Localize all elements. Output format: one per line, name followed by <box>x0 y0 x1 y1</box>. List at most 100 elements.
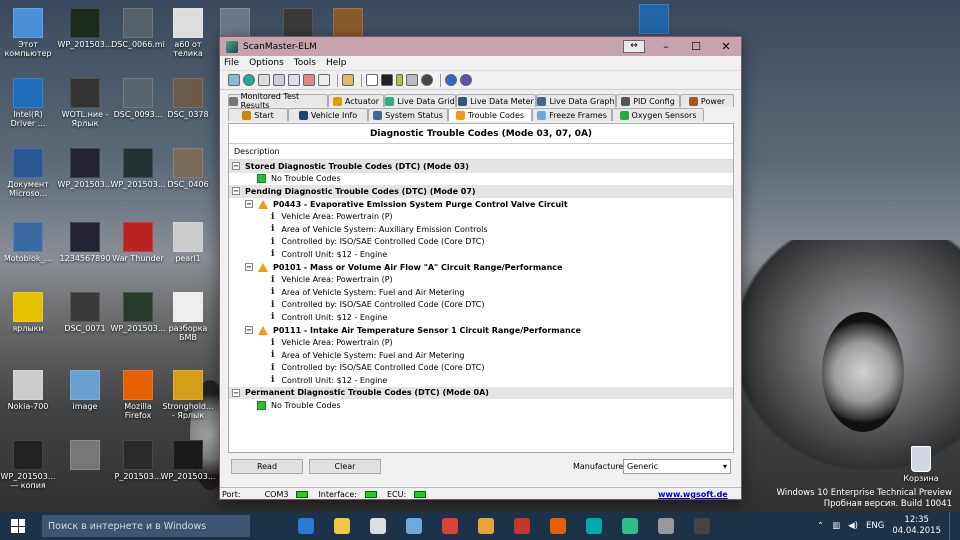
tab-trouble-codes[interactable]: Trouble Codes <box>448 108 532 121</box>
clock[interactable]: 12:35 04.04.2015 <box>892 515 941 537</box>
close-button[interactable]: ✕ <box>711 37 741 56</box>
tab-oxygen-sensors[interactable]: Oxygen Sensors <box>612 108 704 121</box>
collapse-icon[interactable]: − <box>232 162 240 171</box>
restore-icon[interactable]: ⇔ <box>623 40 645 53</box>
desktop-icon[interactable]: Intel(R) Driver ... <box>0 78 56 128</box>
collapse-icon[interactable]: − <box>245 263 253 272</box>
dtc-group-row[interactable]: − Stored Diagnostic Trouble Codes (DTC) (… <box>229 160 733 173</box>
taskbar-app-button[interactable] <box>396 512 432 540</box>
taskbar-app-button[interactable] <box>432 512 468 540</box>
tab-live-data-grid[interactable]: Live Data Grid <box>384 94 456 107</box>
tab-power[interactable]: Power <box>680 94 734 107</box>
dtc-info-row[interactable]: i Area of Vehicle System: Auxiliary Emiss… <box>229 223 733 236</box>
ball-icon[interactable] <box>421 74 433 86</box>
desktop-icon[interactable]: Документ Microso... <box>0 148 56 198</box>
search-box[interactable]: Поиск в интернете и в Windows <box>42 515 250 537</box>
desktop-icon[interactable]: Nokia-700 <box>0 370 56 411</box>
dtc-info-row[interactable]: i Controll Unit: $12 - Engine <box>229 248 733 261</box>
desktop-icon[interactable]: DSC_0066.mi <box>110 8 166 49</box>
dtc-info-row[interactable]: i Controll Unit: $12 - Engine <box>229 374 733 387</box>
desktop-icon[interactable]: DSC_0406 <box>160 148 216 189</box>
desktop-icon[interactable] <box>626 4 682 36</box>
desktop-icon[interactable]: WP_201503... <box>57 148 113 189</box>
collapse-icon[interactable]: − <box>245 326 253 335</box>
desktop-icon[interactable]: War Thunder <box>110 222 166 263</box>
clipboard-icon[interactable] <box>342 74 354 86</box>
desktop-icon[interactable]: image <box>57 370 113 411</box>
desktop-icon[interactable]: разборка БМВ <box>160 292 216 342</box>
tab-freeze-frames[interactable]: Freeze Frames <box>532 108 612 121</box>
dtc-code-row[interactable]: − P0101 - Mass or Volume Air Flow "A" Cir… <box>229 261 733 274</box>
dtc-group-row[interactable]: − Pending Diagnostic Trouble Codes (DTC) … <box>229 185 733 198</box>
manufacturer-select[interactable]: Generic ▾ <box>623 459 731 474</box>
desktop-icon[interactable]: P_201503... <box>110 440 166 481</box>
dtc-info-row[interactable]: i Vehicle Area: Powertrain (P) <box>229 273 733 286</box>
taskbar-app-button[interactable] <box>288 512 324 540</box>
dtc-info-row[interactable]: i Vehicle Area: Powertrain (P) <box>229 336 733 349</box>
dtc-none-row[interactable]: No Trouble Codes <box>229 173 733 186</box>
tab-actuator[interactable]: Actuator <box>328 94 384 107</box>
menu-file[interactable]: File <box>224 58 239 68</box>
desktop-icon[interactable]: WP_201503... — копия <box>0 440 56 490</box>
help-icon[interactable] <box>460 74 472 86</box>
tab-live-data-meter[interactable]: Live Data Meter <box>456 94 536 107</box>
tab-pid-config[interactable]: PID Config <box>616 94 680 107</box>
desktop-icon[interactable]: WP_201503... <box>57 8 113 49</box>
dtc-group-row[interactable]: − Permanent Diagnostic Trouble Codes (DTC… <box>229 386 733 400</box>
dtc-info-row[interactable]: i Controlled by: ISO/SAE Controlled Code … <box>229 362 733 375</box>
desktop-icon[interactable]: WOTL.ние - Ярлык <box>57 78 113 128</box>
desktop-icon[interactable]: 1234567890 <box>57 222 113 263</box>
globe-icon[interactable] <box>243 74 255 86</box>
desktop-icon[interactable]: Stronghold... - Ярлык <box>160 370 216 420</box>
desktop-icon[interactable]: ярлыки <box>0 292 56 333</box>
menu-tools[interactable]: Tools <box>294 58 316 68</box>
tab-system-status[interactable]: System Status <box>368 108 448 121</box>
dtc-code-row[interactable]: − P0443 - Evaporative Emission System Pur… <box>229 198 733 211</box>
taskbar-app-button[interactable] <box>504 512 540 540</box>
start-button[interactable] <box>0 512 36 540</box>
printer-icon[interactable] <box>406 74 418 86</box>
desktop-icon[interactable]: WP_201503... <box>160 440 216 481</box>
menu-options[interactable]: Options <box>249 58 284 68</box>
dtc-info-row[interactable]: i Controll Unit: $12 - Engine <box>229 311 733 324</box>
dtc-info-row[interactable]: i Controlled by: ISO/SAE Controlled Code … <box>229 236 733 249</box>
info-icon[interactable] <box>445 74 457 86</box>
taskbar-app-button[interactable] <box>648 512 684 540</box>
desktop-icon[interactable]: WP_201503... <box>110 292 166 333</box>
monitor-icon[interactable] <box>381 74 393 86</box>
menu-help[interactable]: Help <box>326 58 347 68</box>
title-bar[interactable]: ScanMaster-ELM ⇔ – ☐ ✕ <box>220 37 741 56</box>
read-button[interactable]: Read <box>231 459 303 474</box>
website-link[interactable]: www.wgsoft.de <box>658 490 728 499</box>
notification-icon[interactable] <box>949 512 952 540</box>
dtc-info-row[interactable]: i Area of Vehicle System: Fuel and Air Me… <box>229 349 733 362</box>
tab-live-data-graph[interactable]: Live Data Graph <box>536 94 616 107</box>
tab-monitored-test-results[interactable]: Monitored Test Results <box>228 92 328 110</box>
minimize-button[interactable]: – <box>651 37 681 56</box>
dtc-code-row[interactable]: − P0111 - Intake Air Temperature Sensor 1… <box>229 324 733 337</box>
clear-button[interactable]: Clear <box>309 459 381 474</box>
network-icon[interactable]: ▥ <box>832 521 840 531</box>
tray-chevron-icon[interactable]: ⌃ <box>817 521 824 531</box>
dtc-info-row[interactable]: i Controlled by: ISO/SAE Controlled Code … <box>229 299 733 312</box>
taskbar-app-button[interactable] <box>360 512 396 540</box>
collapse-icon[interactable]: − <box>232 388 240 397</box>
tab-start[interactable]: Start <box>228 108 288 121</box>
grid-icon[interactable] <box>258 74 270 86</box>
desktop-icon[interactable]: WP_201503... <box>110 148 166 189</box>
desktop-icon[interactable]: DSC_0093... <box>110 78 166 119</box>
taskbar-app-button[interactable] <box>684 512 720 540</box>
collapse-icon[interactable]: − <box>232 187 240 196</box>
connect-icon[interactable] <box>228 74 240 86</box>
desktop-icon[interactable]: Mozilla Firefox <box>110 370 166 420</box>
graph-icon[interactable] <box>288 74 300 86</box>
table-icon[interactable] <box>303 74 315 86</box>
battery-icon[interactable] <box>396 74 403 86</box>
desktop-icon[interactable]: Motoblok_... <box>0 222 56 263</box>
volume-icon[interactable]: ◀) <box>848 521 858 531</box>
dtc-none-row[interactable]: No Trouble Codes <box>229 399 733 412</box>
desktop-icon[interactable]: Этот компьютер <box>0 8 56 58</box>
meter-icon[interactable] <box>273 74 285 86</box>
taskbar-app-button[interactable] <box>324 512 360 540</box>
chat-icon[interactable] <box>366 74 378 86</box>
